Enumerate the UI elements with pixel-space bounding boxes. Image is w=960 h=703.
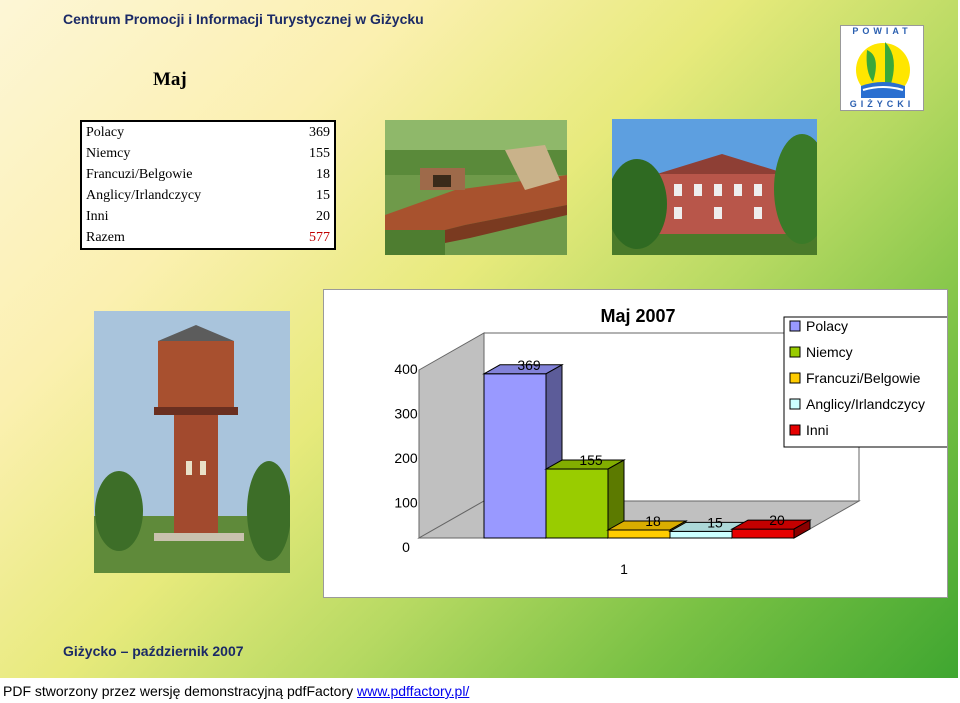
table-row: Niemcy 155 — [81, 143, 335, 164]
header-title: Centrum Promocji i Informacji Turystyczn… — [63, 11, 424, 27]
pdf-banner-text: PDF stworzony przez wersję demonstracyjn… — [3, 683, 469, 699]
water-tower-photo — [94, 311, 290, 573]
y-tick-label: 400 — [394, 361, 418, 377]
row-label: Francuzi/Belgowie — [86, 166, 193, 182]
y-tick-label: 300 — [394, 406, 418, 422]
powiat-logo: POWIAT GIŻYCKI — [840, 25, 924, 111]
x-category-label: 1 — [620, 561, 628, 577]
table-row: Inni 20 — [81, 206, 335, 227]
footer-place-date: Giżycko – październik 2007 — [63, 643, 244, 659]
row-label: Anglicy/Irlandczycy — [86, 187, 202, 203]
pdf-banner-label: PDF stworzony przez wersję demonstracyjn… — [3, 683, 358, 699]
legend-swatch — [789, 320, 801, 332]
legend-swatch — [789, 424, 801, 436]
legend-entry: Anglicy/Irlandczycy — [806, 396, 925, 412]
chart-title: Maj 2007 — [600, 306, 675, 326]
row-label: Inni — [86, 208, 109, 224]
castle-photo — [612, 119, 817, 255]
month-heading: Maj — [153, 69, 187, 90]
bar-francuzi-belgowie — [607, 529, 671, 539]
data-label: 20 — [769, 512, 785, 528]
legend-swatch — [789, 372, 801, 384]
data-label: 369 — [517, 357, 541, 373]
table-total-row: Razem 577 — [81, 227, 335, 249]
slide-background: Centrum Promocji i Informacji Turystyczn… — [0, 0, 960, 678]
row-value: 577 — [309, 229, 330, 245]
data-label: 155 — [579, 452, 603, 468]
y-tick-label: 0 — [402, 539, 410, 555]
table-row: Francuzi/Belgowie 18 — [81, 164, 335, 185]
table-row: Polacy 369 — [81, 121, 335, 143]
legend-entry: Francuzi/Belgowie — [806, 370, 921, 386]
legend-swatch — [789, 346, 801, 358]
row-value: 15 — [316, 187, 330, 203]
row-value: 369 — [309, 124, 330, 140]
table-row: Anglicy/Irlandczycy 15 — [81, 185, 335, 206]
row-value: 155 — [309, 145, 330, 161]
bar-anglicy-irlandczycy — [669, 530, 733, 539]
row-label: Razem — [86, 229, 125, 245]
pdffactory-link[interactable]: www.pdffactory.pl/ — [357, 683, 469, 699]
row-label: Niemcy — [86, 145, 131, 161]
logo-bottom-text: GIŻYCKI — [849, 99, 915, 109]
data-label: 18 — [645, 513, 661, 529]
legend-entry: Inni — [806, 422, 829, 438]
row-value: 20 — [316, 208, 330, 224]
chart-canvas: Maj 2007 0 100 200 300 400 369 155 18 15 20 1 Polacy… — [394, 306, 960, 577]
bar-polacy — [483, 373, 547, 539]
data-label: 15 — [707, 514, 723, 530]
row-value: 18 — [316, 166, 330, 182]
row-label: Polacy — [86, 124, 125, 140]
statistics-table: Polacy 369 Niemcy 155 Francuzi/Belgowie 18 … — [80, 120, 336, 250]
fortress-photo — [385, 120, 567, 255]
legend-entry: Polacy — [806, 318, 848, 334]
bar-niemcy — [545, 468, 609, 539]
bar-chart: Maj 2007 0 100 200 300 400 369 155 18 15 20 1 Polacy… — [323, 289, 960, 598]
y-tick-label: 200 — [394, 450, 418, 466]
y-tick-label: 100 — [394, 495, 418, 511]
legend-entry: Niemcy — [806, 344, 853, 360]
legend-swatch — [789, 398, 801, 410]
bar-inni — [731, 528, 795, 539]
